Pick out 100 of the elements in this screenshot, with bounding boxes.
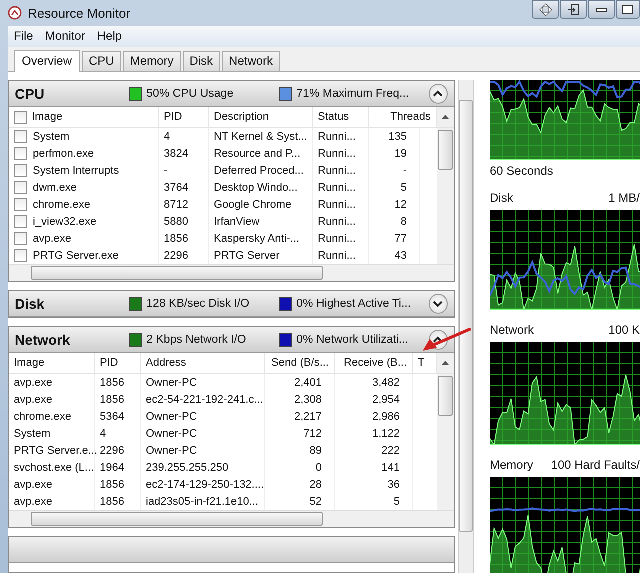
table-cell: System: [33, 130, 70, 142]
menu-item[interactable]: Monitor: [45, 29, 86, 44]
table-cell: 2,954: [372, 394, 400, 406]
table-cell: 4: [164, 130, 170, 142]
move-icon: [538, 2, 552, 16]
column-header[interactable]: Address: [141, 353, 265, 373]
table-cell: 12: [394, 198, 407, 210]
chevron-up-icon: [433, 90, 444, 98]
checkbox[interactable]: [14, 232, 27, 245]
table-cell: 19: [394, 148, 407, 160]
horizontal-scrollbar[interactable]: [9, 264, 454, 281]
column-header[interactable]: Send (B/s...: [265, 353, 335, 373]
column-header[interactable]: Receive (B...: [335, 353, 413, 373]
table-cell: 141: [382, 462, 400, 474]
table-cell: Owner-PC: [146, 376, 198, 388]
tab[interactable]: Network: [222, 51, 280, 71]
table-cell: Runni...: [318, 250, 356, 262]
table-cell: Runni...: [318, 216, 356, 228]
table-cell: 2296: [100, 444, 124, 456]
table-cell: avp.exe: [14, 478, 53, 490]
scroll-up-icon: [442, 361, 449, 365]
table-cell: PRTG Server.e...: [14, 444, 98, 456]
table-cell: Runni...: [318, 232, 356, 244]
table-cell: avp.exe: [14, 496, 53, 508]
checkbox[interactable]: [14, 198, 27, 211]
section-header[interactable]: Disk 128 KB/sec Disk I/O 0% Highest Active Ti...: [9, 291, 454, 317]
tab[interactable]: CPU: [82, 51, 122, 71]
maximize-button[interactable]: [616, 0, 640, 19]
table-cell: avp.exe: [33, 232, 72, 244]
checkbox[interactable]: [14, 249, 27, 262]
graph-scale: 100 Hard Faults/: [551, 458, 640, 472]
legend-label: 2 Kbps Network I/O: [146, 334, 246, 346]
checkbox[interactable]: [14, 110, 27, 124]
table-cell: 1856: [100, 394, 124, 406]
table-cell: 5: [400, 182, 407, 194]
vertical-scrollbar[interactable]: [437, 128, 454, 264]
minimize-button[interactable]: [588, 0, 615, 19]
scroll-up-icon: [442, 115, 449, 119]
table-cell: PRTG Server: [214, 250, 280, 262]
column-header[interactable]: PID: [159, 107, 209, 127]
table-cell: 1856: [100, 496, 124, 508]
table-cell: 222: [382, 444, 400, 456]
column-header[interactable]: Image: [32, 111, 63, 123]
tab[interactable]: Disk: [182, 51, 220, 71]
table-cell: Runni...: [318, 182, 356, 194]
table-cell: chrome.exe: [33, 198, 90, 210]
annotation-arrow: [422, 328, 472, 352]
table-cell: 0: [316, 462, 322, 474]
pin-button[interactable]: [560, 0, 587, 19]
table-cell: 239.255.255.250: [146, 462, 229, 474]
column-header[interactable]: Description: [209, 107, 313, 127]
table-cell: Runni...: [318, 164, 356, 176]
table-cell: 1856: [100, 478, 124, 490]
collapse-button[interactable]: [428, 84, 448, 104]
legend-label: 0% Network Utilizati...: [296, 334, 408, 346]
column-header[interactable]: Image: [9, 353, 95, 373]
horizontal-scrollbar[interactable]: [9, 510, 454, 527]
move-button[interactable]: [532, 0, 559, 19]
section-header[interactable]: CPU 50% CPU Usage 71% Maximum Freq...: [9, 81, 454, 107]
table-cell: Runni...: [318, 148, 356, 160]
checkbox[interactable]: [14, 164, 27, 177]
table-cell: 1856: [100, 376, 124, 388]
legend-label: 0% Highest Active Ti...: [296, 298, 412, 310]
enter-icon: [566, 2, 580, 16]
checkbox[interactable]: [14, 130, 27, 143]
menu-item[interactable]: File: [14, 29, 34, 44]
column-header[interactable]: PID: [95, 353, 141, 373]
menu-item[interactable]: Help: [97, 29, 122, 44]
table-cell: Desktop Windo...: [214, 182, 298, 194]
table-cell: chrome.exe: [14, 410, 72, 422]
checkbox[interactable]: [14, 181, 27, 194]
minimize-icon: [596, 8, 607, 12]
column-header[interactable]: Status: [313, 107, 369, 127]
table-cell: Owner-PC: [146, 444, 198, 456]
table-cell: PRTG Server.exe: [33, 250, 119, 262]
collapse-button[interactable]: [428, 294, 448, 314]
graph-title: Disk: [490, 191, 514, 205]
section-title: Network: [15, 332, 72, 348]
table-cell: 1,122: [372, 428, 400, 440]
table-cell: 3,482: [372, 376, 400, 388]
maximize-icon: [621, 2, 635, 16]
section-header[interactable]: Network 2 Kbps Network I/O 0% Network Utilizati...: [9, 327, 454, 353]
tab[interactable]: Overview: [14, 50, 80, 72]
table-cell: ec2-174-129-250-132....: [146, 478, 264, 490]
table-cell: 77: [394, 232, 407, 244]
table-cell: 3824: [164, 148, 188, 160]
table-cell: 1964: [100, 462, 124, 474]
table-cell: -: [403, 164, 407, 176]
vertical-scrollbar[interactable]: [458, 80, 474, 573]
table-cell: Kaspersky Anti-...: [214, 232, 300, 244]
checkbox[interactable]: [14, 147, 27, 160]
tab[interactable]: Memory: [123, 51, 181, 71]
table-cell: 28: [310, 478, 322, 490]
table-cell: Runni...: [318, 198, 356, 210]
vertical-scrollbar[interactable]: [437, 374, 454, 510]
checkbox[interactable]: [14, 215, 27, 228]
table-cell: 3764: [164, 182, 188, 194]
table-cell: dwm.exe: [33, 182, 78, 194]
table-cell: NT Kernel & Syst...: [214, 130, 308, 142]
table-cell: -: [164, 164, 168, 176]
